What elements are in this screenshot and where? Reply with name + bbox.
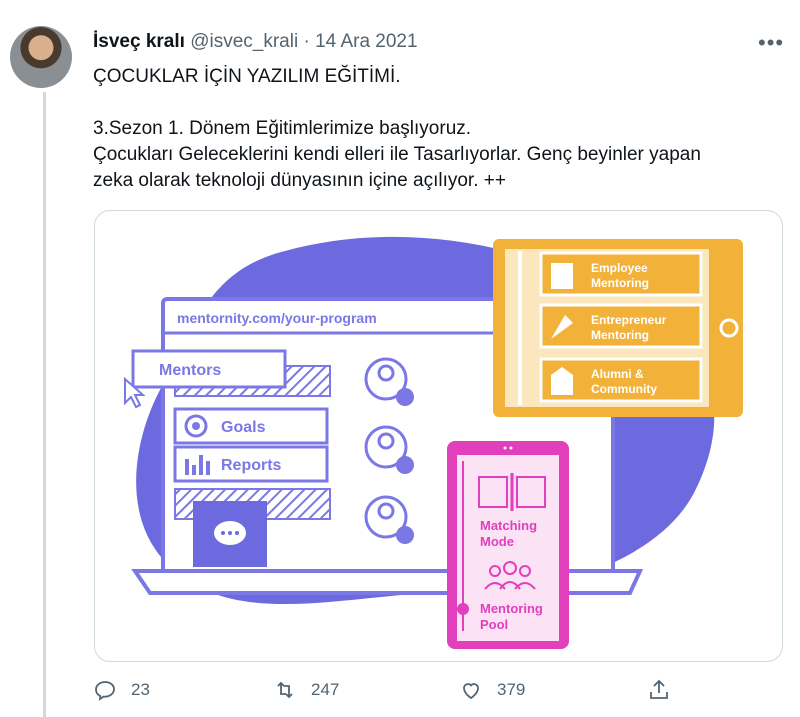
reply-count: 23 — [131, 680, 150, 699]
pool-label: Pool — [480, 617, 508, 632]
alumni-label: Community — [591, 382, 657, 396]
tweet-image[interactable]: mentornity.com/your-program Mentors Goal… — [94, 210, 783, 662]
employee-label: Mentoring — [591, 276, 649, 290]
avatar[interactable] — [10, 26, 72, 88]
more-options-icon[interactable]: ••• — [758, 30, 784, 56]
tweet-text: ÇOCUKLAR İÇİN YAZILIM EĞİTİMİ. 3.Sezon 1… — [93, 64, 773, 194]
share-button[interactable] — [647, 678, 671, 702]
matching-label: Matching — [480, 518, 537, 533]
mentors-label: Mentors — [159, 362, 221, 379]
like-button[interactable]: 379 — [459, 678, 525, 702]
reply-button[interactable]: 23 — [93, 678, 150, 702]
author-handle[interactable]: @isvec_krali — [190, 31, 298, 52]
thread-line — [43, 92, 46, 717]
retweet-count: 247 — [311, 680, 340, 699]
alumni-label: Alumni & — [591, 367, 644, 381]
separator: · — [303, 31, 310, 52]
matching-label: Mode — [480, 534, 514, 549]
retweet-button[interactable]: 247 — [273, 678, 339, 702]
tweet-header: İsveç kralı @isvec_krali · 14 Ara 2021 — [93, 30, 418, 54]
building-icon — [551, 263, 573, 289]
reports-label: Reports — [221, 457, 282, 474]
entrepreneur-label: Mentoring — [591, 328, 649, 342]
pool-label: Mentoring — [480, 601, 543, 616]
tweet-line: ÇOCUKLAR İÇİN YAZILIM EĞİTİMİ. — [93, 66, 401, 87]
employee-label: Employee — [591, 261, 648, 275]
goals-label: Goals — [221, 419, 266, 436]
retweet-icon — [277, 681, 293, 699]
tweet-line: zeka olarak teknoloji dünyasının içine a… — [93, 170, 506, 191]
reply-icon — [95, 681, 115, 701]
tweet-actions: 23 247 379 — [93, 678, 693, 706]
tweet-line: 3.Sezon 1. Dönem Eğitimlerimize başlıyor… — [93, 118, 472, 139]
author-name[interactable]: İsveç kralı — [93, 31, 185, 52]
tweet-line: Çocukları Geleceklerini kendi elleri ile… — [93, 144, 701, 165]
url-bar: mentornity.com/your-program — [177, 310, 377, 326]
like-count: 379 — [497, 680, 526, 699]
tweet-date[interactable]: 14 Ara 2021 — [315, 31, 417, 52]
heart-icon — [463, 683, 479, 700]
share-icon — [650, 679, 668, 699]
entrepreneur-label: Entrepreneur — [591, 313, 667, 327]
